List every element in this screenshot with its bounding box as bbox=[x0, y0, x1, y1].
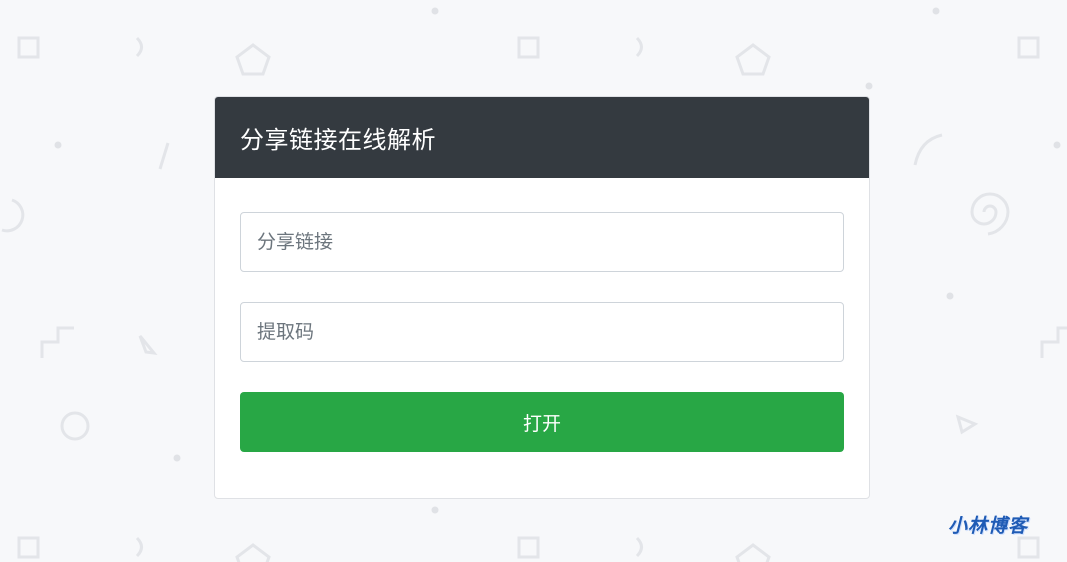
zigzag-shape bbox=[1040, 326, 1067, 358]
card-body: 打开 bbox=[215, 178, 869, 452]
share-link-input[interactable] bbox=[240, 212, 844, 272]
spiral-shape bbox=[970, 192, 1010, 236]
dot-shape bbox=[865, 82, 873, 90]
arc-shape bbox=[135, 36, 143, 58]
arc-shape bbox=[135, 536, 143, 558]
dot-shape bbox=[173, 454, 181, 462]
line-shape bbox=[158, 142, 170, 170]
pentagon-shape bbox=[235, 43, 271, 76]
square-shape bbox=[17, 36, 40, 59]
arc-shape bbox=[635, 36, 643, 58]
card-header: 分享链接在线解析 bbox=[215, 97, 869, 178]
extract-code-input[interactable] bbox=[240, 302, 844, 362]
pentagon-shape bbox=[735, 543, 771, 562]
dot-shape bbox=[54, 141, 62, 149]
dot-shape bbox=[431, 7, 439, 15]
zigzag-shape bbox=[40, 326, 74, 358]
triangle-shape bbox=[955, 414, 979, 435]
triangle-shape bbox=[138, 335, 158, 355]
circle-shape bbox=[60, 411, 90, 441]
pentagon-shape bbox=[735, 43, 771, 76]
dot-shape bbox=[932, 7, 940, 15]
dot-shape bbox=[431, 506, 439, 514]
dot-shape bbox=[1053, 141, 1061, 149]
dot-shape bbox=[946, 292, 954, 300]
square-shape bbox=[17, 536, 40, 559]
spiral-shape bbox=[1, 198, 25, 233]
square-shape bbox=[1017, 36, 1040, 59]
card-title: 分享链接在线解析 bbox=[240, 126, 436, 154]
square-shape bbox=[517, 36, 540, 59]
parse-card: 分享链接在线解析 打开 bbox=[214, 96, 870, 499]
pentagon-shape bbox=[235, 543, 271, 562]
brand-logo: 小林博客 bbox=[948, 515, 1029, 537]
square-shape bbox=[1017, 536, 1040, 559]
open-button[interactable]: 打开 bbox=[240, 392, 844, 452]
square-shape bbox=[517, 536, 540, 559]
arc-shape bbox=[635, 536, 643, 558]
arc-shape bbox=[913, 133, 943, 166]
